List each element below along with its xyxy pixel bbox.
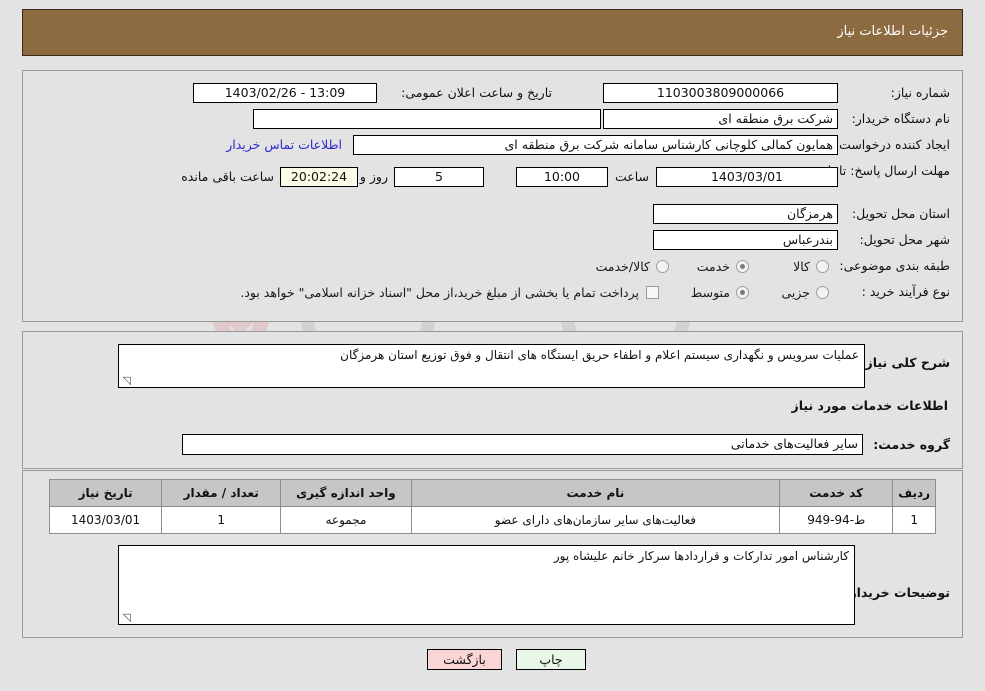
process-radio-motevaset[interactable] <box>736 286 749 299</box>
page-title: جزئیات اطلاعات نیاز <box>837 24 948 39</box>
requester-label: ایجاد کننده درخواست: <box>834 137 950 152</box>
category-radio-kala[interactable] <box>816 260 829 273</box>
treasury-bonds-label: پرداخت تمام یا بخشی از مبلغ خرید،از محل … <box>240 285 639 300</box>
table-col-date: تاریخ نیاز <box>48 479 163 507</box>
service-group-label: گروه خدمت: <box>873 437 950 452</box>
cell-name: فعالیت‌های سایر سازمان‌های دارای عضو <box>410 506 781 534</box>
cell-date: 1403/03/01 <box>48 506 163 534</box>
cell-quantity: 1 <box>161 506 282 534</box>
category-option-label-kala-khedmat: کالا/خدمت <box>595 259 650 274</box>
general-description-label: شرح کلی نیاز: <box>860 355 950 370</box>
requester-value: همایون کمالی کلوچانی کارشناس سامانه شرکت… <box>353 135 838 155</box>
category-label: طبقه بندی موضوعی: <box>839 258 950 273</box>
need-number-label: شماره نیاز: <box>890 85 950 100</box>
process-radio-jozii[interactable] <box>816 286 829 299</box>
buyer-contact-link[interactable]: اطلاعات تماس خریدار <box>226 137 342 152</box>
services-table: ردیف کد خدمت نام خدمت واحد اندازه گیری ت… <box>48 479 936 534</box>
province-label: استان محل تحویل: <box>851 206 950 221</box>
province-value: هرمزگان <box>653 204 838 224</box>
table-col-name: نام خدمت <box>410 479 781 507</box>
city-value: بندرعباس <box>653 230 838 250</box>
days-label: روز و <box>359 169 388 184</box>
resize-grip-icon[interactable]: ◹ <box>121 375 131 386</box>
back-button[interactable]: بازگشت <box>427 649 502 670</box>
table-row: 1 ط-94-949 فعالیت‌های سایر سازمان‌های دا… <box>48 506 936 534</box>
city-label: شهر محل تحویل: <box>859 232 950 247</box>
table-col-quantity: تعداد / مقدار <box>161 479 282 507</box>
category-option-label-khedmat: خدمت <box>696 259 730 274</box>
need-info-panel: شماره نیاز: 1103003809000066 تاریخ و ساع… <box>22 70 963 322</box>
process-option-label-jozii: جزیی <box>781 285 810 300</box>
buyer-notes-value: کارشناس امور تدارکات و قراردادها سرکار خ… <box>553 549 849 563</box>
buyer-notes-label: توضیحات خریدار: <box>844 585 950 600</box>
cell-index: 1 <box>892 506 936 534</box>
remaining-days-value: 5 <box>394 167 484 187</box>
category-radio-khedmat[interactable] <box>736 260 749 273</box>
page-title-bar: جزئیات اطلاعات نیاز <box>22 9 963 56</box>
print-button[interactable]: چاپ <box>516 649 586 670</box>
table-col-unit: واحد اندازه گیری <box>280 479 412 507</box>
buyer-org-value: شرکت برق منطقه ای <box>603 109 838 129</box>
buyer-org-extra-field <box>253 109 601 129</box>
resize-grip-icon-notes[interactable]: ◹ <box>121 612 131 623</box>
deadline-time-value: 10:00 <box>516 167 608 187</box>
table-header-row: ردیف کد خدمت نام خدمت واحد اندازه گیری ت… <box>48 479 936 507</box>
cell-code: ط-94-949 <box>779 506 894 534</box>
table-col-index: ردیف <box>892 479 936 507</box>
category-option-label-kala: کالا <box>793 259 810 274</box>
table-col-code: کد خدمت <box>779 479 894 507</box>
description-panel: شرح کلی نیاز: عملیات سرویس و نگهداری سیس… <box>22 331 963 469</box>
process-label: نوع فرآیند خرید : <box>861 284 950 299</box>
cell-unit: مجموعه <box>280 506 412 534</box>
announce-datetime-label: تاریخ و ساعت اعلان عمومی: <box>401 85 552 100</box>
deadline-date-value: 1403/03/01 <box>656 167 838 187</box>
process-option-label-motevaset: متوسط <box>690 285 730 300</box>
buyer-notes-textarea[interactable]: کارشناس امور تدارکات و قراردادها سرکار خ… <box>118 545 855 625</box>
general-description-textarea[interactable]: عملیات سرویس و نگهداری سیستم اعلام و اطف… <box>118 344 865 388</box>
treasury-bonds-checkbox[interactable] <box>646 286 659 299</box>
general-description-value: عملیات سرویس و نگهداری سیستم اعلام و اطف… <box>340 348 859 362</box>
hour-label: ساعت <box>614 169 649 184</box>
service-group-value: سایر فعالیت‌های خدماتی <box>182 434 863 455</box>
category-radio-kala-khedmat[interactable] <box>656 260 669 273</box>
services-heading: اطلاعات خدمات مورد نیاز <box>791 398 949 413</box>
announce-datetime-value: 13:09 - 1403/02/26 <box>193 83 377 103</box>
need-number-value: 1103003809000066 <box>603 83 838 103</box>
services-table-panel: ردیف کد خدمت نام خدمت واحد اندازه گیری ت… <box>22 470 963 638</box>
remaining-hours-label: ساعت باقی مانده <box>181 169 274 184</box>
remaining-time-value: 20:02:24 <box>280 167 358 187</box>
buyer-org-label: نام دستگاه خریدار: <box>851 111 950 126</box>
